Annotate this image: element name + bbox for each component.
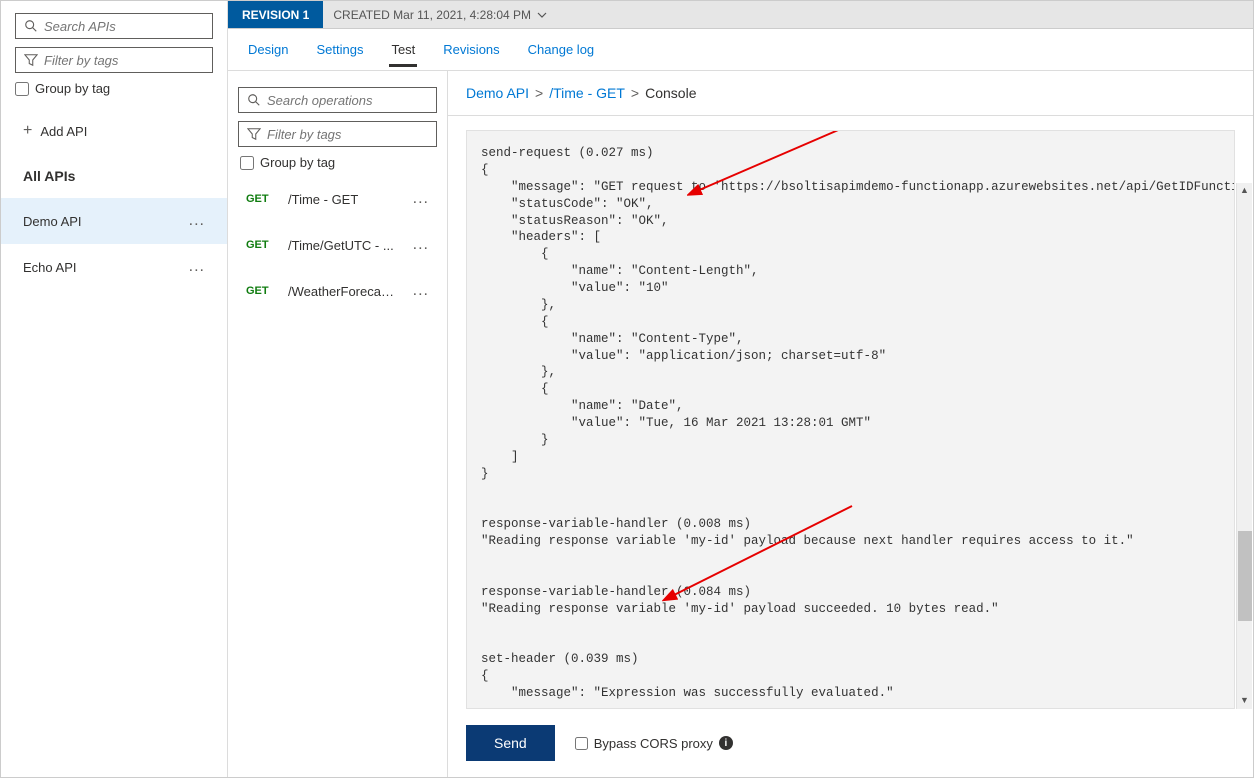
- bypass-cors[interactable]: Bypass CORS proxy i: [575, 736, 733, 751]
- breadcrumb: Demo API > /Time - GET > Console: [448, 71, 1253, 116]
- op-time-get[interactable]: GET /Time - GET ...: [238, 176, 437, 222]
- trace-msg-pre: "message": "GET request to 'https://bsol…: [481, 180, 1234, 194]
- crumb-sep: >: [631, 85, 639, 101]
- plus-icon: +: [23, 122, 32, 140]
- tabs: Design Settings Test Revisions Change lo…: [228, 29, 1253, 71]
- filter-icon: [24, 53, 38, 67]
- more-icon[interactable]: ...: [189, 212, 205, 230]
- scroll-down-icon[interactable]: ▼: [1240, 693, 1249, 707]
- search-operations-input[interactable]: [261, 93, 428, 108]
- method-badge: GET: [246, 285, 274, 297]
- tab-test[interactable]: Test: [389, 32, 417, 67]
- revision-badge[interactable]: REVISION 1: [228, 1, 323, 28]
- main-area: REVISION 1 CREATED Mar 11, 2021, 4:28:04…: [228, 1, 1253, 777]
- method-badge: GET: [246, 193, 274, 205]
- send-button[interactable]: Send: [466, 725, 555, 761]
- created-text[interactable]: CREATED Mar 11, 2021, 4:28:04 PM: [323, 8, 547, 22]
- ops-group-by-tag[interactable]: Group by tag: [238, 155, 437, 176]
- op-time-getutc[interactable]: GET /Time/GetUTC - ... ...: [238, 222, 437, 268]
- console-output: send-request (0.027 ms) { "message": "GE…: [466, 130, 1235, 709]
- group-by-tag[interactable]: Group by tag: [15, 81, 213, 96]
- filter-icon: [247, 127, 261, 141]
- group-label: Group by tag: [35, 81, 110, 96]
- trace-brace: {: [481, 163, 489, 177]
- ops-group-checkbox[interactable]: [240, 156, 254, 170]
- crumb-api[interactable]: Demo API: [466, 85, 529, 101]
- scroll-thumb[interactable]: [1238, 531, 1252, 621]
- api-label: Echo API: [23, 260, 76, 275]
- trace-setheader: set-header (0.039 ms) { "message": "Expr…: [481, 652, 894, 700]
- api-item-demo[interactable]: Demo API ...: [1, 198, 227, 244]
- group-checkbox[interactable]: [15, 82, 29, 96]
- crumb-page: Console: [645, 85, 696, 101]
- send-bar: Send Bypass CORS proxy i: [448, 709, 1253, 777]
- more-icon[interactable]: ...: [413, 190, 429, 208]
- bypass-label: Bypass CORS proxy: [594, 736, 713, 751]
- op-label: /Time - GET: [288, 192, 399, 207]
- more-icon[interactable]: ...: [413, 236, 429, 254]
- filter-operations-input[interactable]: [261, 127, 428, 142]
- scrollbar[interactable]: ▲ ▼: [1236, 183, 1252, 709]
- search-apis[interactable]: [15, 13, 213, 39]
- api-label: Demo API: [23, 214, 82, 229]
- bypass-checkbox[interactable]: [575, 737, 588, 750]
- operations-column: Group by tag GET /Time - GET ... GET /Ti…: [228, 71, 448, 777]
- ops-group-label: Group by tag: [260, 155, 335, 170]
- search-operations[interactable]: [238, 87, 437, 113]
- more-icon[interactable]: ...: [413, 282, 429, 300]
- add-api-button[interactable]: + Add API: [1, 108, 227, 154]
- tab-settings[interactable]: Settings: [314, 32, 365, 67]
- op-label: /WeatherForecast...: [288, 284, 399, 299]
- op-label: /Time/GetUTC - ...: [288, 238, 399, 253]
- all-apis-header[interactable]: All APIs: [1, 154, 227, 198]
- crumb-op[interactable]: /Time - GET: [549, 85, 625, 101]
- console-pane: Demo API > /Time - GET > Console send-re…: [448, 71, 1253, 777]
- info-icon[interactable]: i: [719, 736, 733, 750]
- tab-changelog[interactable]: Change log: [526, 32, 597, 67]
- scroll-up-icon[interactable]: ▲: [1240, 183, 1249, 197]
- more-icon[interactable]: ...: [189, 258, 205, 276]
- trace-body: "statusCode": "OK", "statusReason": "OK"…: [481, 197, 886, 481]
- revision-bar: REVISION 1 CREATED Mar 11, 2021, 4:28:04…: [228, 1, 1253, 29]
- created-label: CREATED Mar 11, 2021, 4:28:04 PM: [333, 8, 531, 22]
- filter-tags-input[interactable]: [38, 53, 204, 68]
- method-badge: GET: [246, 239, 274, 251]
- chevron-down-icon: [537, 10, 547, 20]
- add-api-label: Add API: [40, 124, 87, 139]
- tab-revisions[interactable]: Revisions: [441, 32, 501, 67]
- search-icon: [247, 93, 261, 107]
- op-weather[interactable]: GET /WeatherForecast... ...: [238, 268, 437, 314]
- api-sidebar: Group by tag + Add API All APIs Demo API…: [1, 1, 228, 777]
- api-item-echo[interactable]: Echo API ...: [1, 244, 227, 290]
- trace-rvh2: response-variable-handler (0.084 ms) "Re…: [481, 585, 999, 616]
- tab-design[interactable]: Design: [246, 32, 290, 67]
- crumb-sep: >: [535, 85, 543, 101]
- trace-rvh1: response-variable-handler (0.008 ms) "Re…: [481, 517, 1134, 548]
- trace-send-request-hdr: send-request (0.027 ms): [481, 146, 654, 160]
- console-body[interactable]: send-request (0.027 ms) { "message": "GE…: [467, 131, 1234, 708]
- filter-operations[interactable]: [238, 121, 437, 147]
- filter-tags[interactable]: [15, 47, 213, 73]
- search-apis-input[interactable]: [38, 19, 204, 34]
- search-icon: [24, 19, 38, 33]
